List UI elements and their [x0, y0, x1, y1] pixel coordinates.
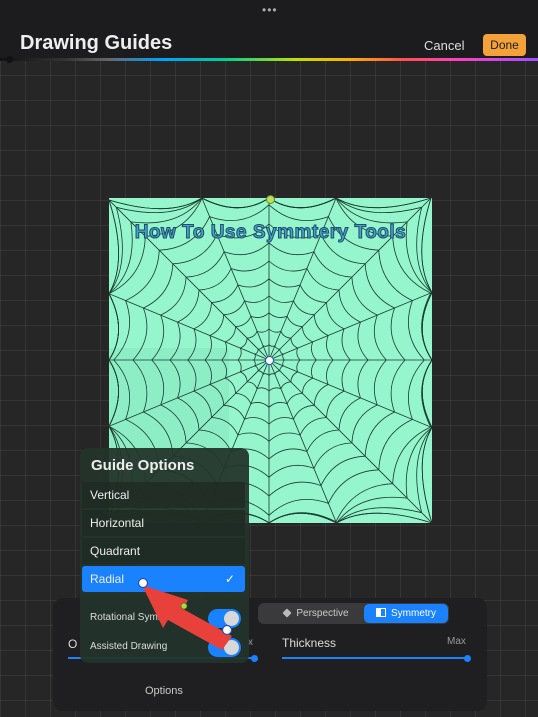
canvas-overlay-text: How To Use Symmtery Tools — [134, 222, 407, 244]
rotational-symmetry-row: Rotational Symmetry — [82, 605, 245, 631]
checkmark-icon: ✓ — [224, 572, 235, 586]
spectrum-handle[interactable] — [6, 56, 13, 63]
cancel-button[interactable]: Cancel — [424, 38, 464, 53]
opacity-slider-knob[interactable] — [251, 655, 258, 662]
page-title: Drawing Guides — [20, 32, 173, 54]
popup-title: Guide Options — [91, 457, 195, 474]
symmetry-icon — [376, 608, 386, 617]
tab-symmetry[interactable]: Symmetry — [364, 604, 448, 623]
cube-icon — [282, 608, 292, 618]
center-handle[interactable] — [265, 356, 274, 365]
option-vertical[interactable]: Vertical — [82, 482, 245, 508]
thickness-slider-track[interactable] — [282, 657, 468, 659]
web-spoke — [268, 292, 432, 361]
tab-perspective[interactable]: Perspective — [270, 604, 362, 623]
assisted-drawing-toggle[interactable] — [208, 638, 241, 657]
web-spoke — [268, 359, 337, 523]
option-horizontal[interactable]: Horizontal — [82, 510, 245, 536]
rotational-symmetry-toggle[interactable] — [208, 609, 241, 628]
option-quadrant[interactable]: Quadrant — [82, 538, 245, 564]
options-button[interactable]: Options — [145, 685, 183, 697]
thickness-slider-knob[interactable] — [464, 655, 471, 662]
top-bar: ••• Drawing Guides Cancel Done — [0, 0, 538, 60]
rotational-symmetry-label: Rotational Symmetry — [90, 612, 183, 623]
done-button[interactable]: Done — [483, 34, 526, 56]
opacity-slider-label: O — [68, 637, 78, 651]
thickness-max-label: Max — [447, 636, 466, 647]
thickness-label: Thickness — [282, 636, 337, 650]
assisted-drawing-label: Assisted Drawing — [90, 641, 168, 652]
option-radial[interactable]: Radial ✓ — [82, 566, 245, 592]
assisted-drawing-row: Assisted Drawing — [82, 634, 245, 660]
rotation-handle[interactable] — [266, 195, 275, 204]
color-spectrum-bar[interactable] — [0, 58, 538, 61]
web-spoke — [268, 359, 432, 428]
grabber-handle[interactable]: ••• — [262, 4, 278, 16]
